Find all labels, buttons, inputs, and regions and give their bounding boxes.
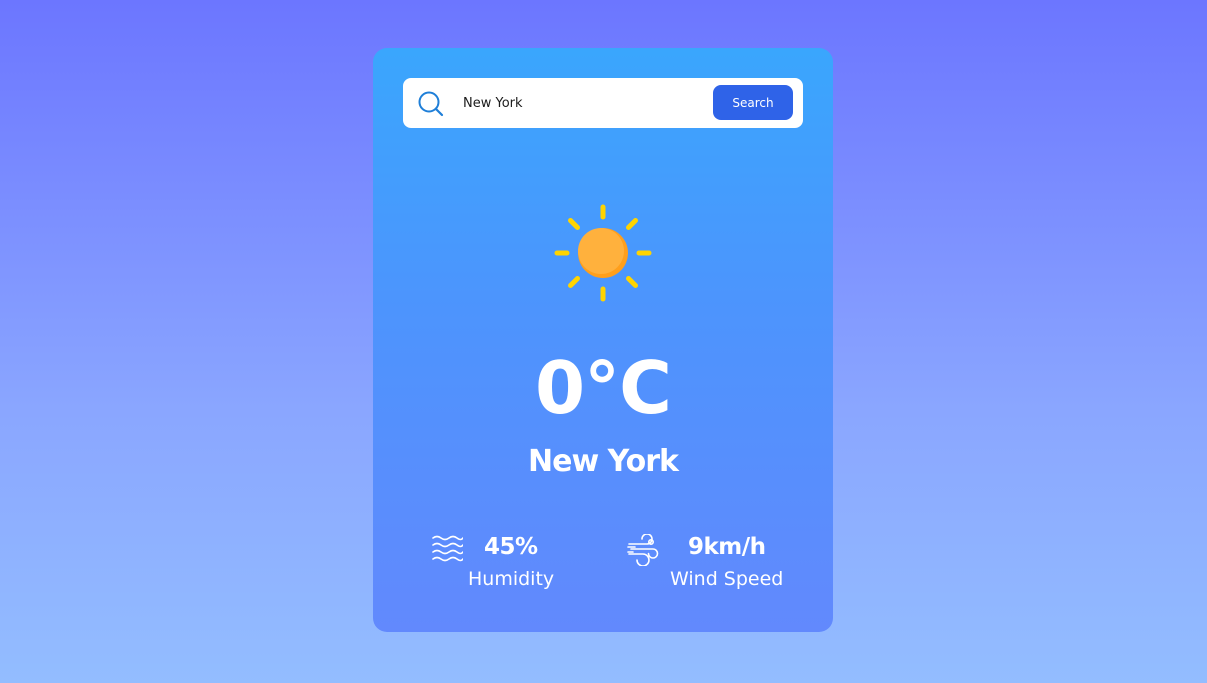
wind-value: 9km/h [688, 534, 766, 560]
search-bar: Search [403, 78, 803, 128]
search-icon[interactable] [417, 90, 445, 118]
sun-icon [554, 204, 652, 302]
humidity-label: Humidity [468, 568, 555, 590]
humidity-value: 45% [484, 534, 538, 560]
wind-icon [627, 534, 659, 566]
weather-card: Search 0°C New York 45% Humidity [373, 48, 833, 632]
search-button[interactable]: Search [713, 85, 793, 120]
humidity-waves-icon [432, 535, 463, 562]
city-name: New York [528, 444, 679, 479]
wind-detail: 9km/h Wind Speed [627, 532, 797, 592]
search-input[interactable] [455, 88, 705, 118]
humidity-detail: 45% Humidity [431, 532, 581, 592]
temperature: 0°C [535, 346, 672, 430]
wind-label: Wind Speed [670, 568, 784, 590]
